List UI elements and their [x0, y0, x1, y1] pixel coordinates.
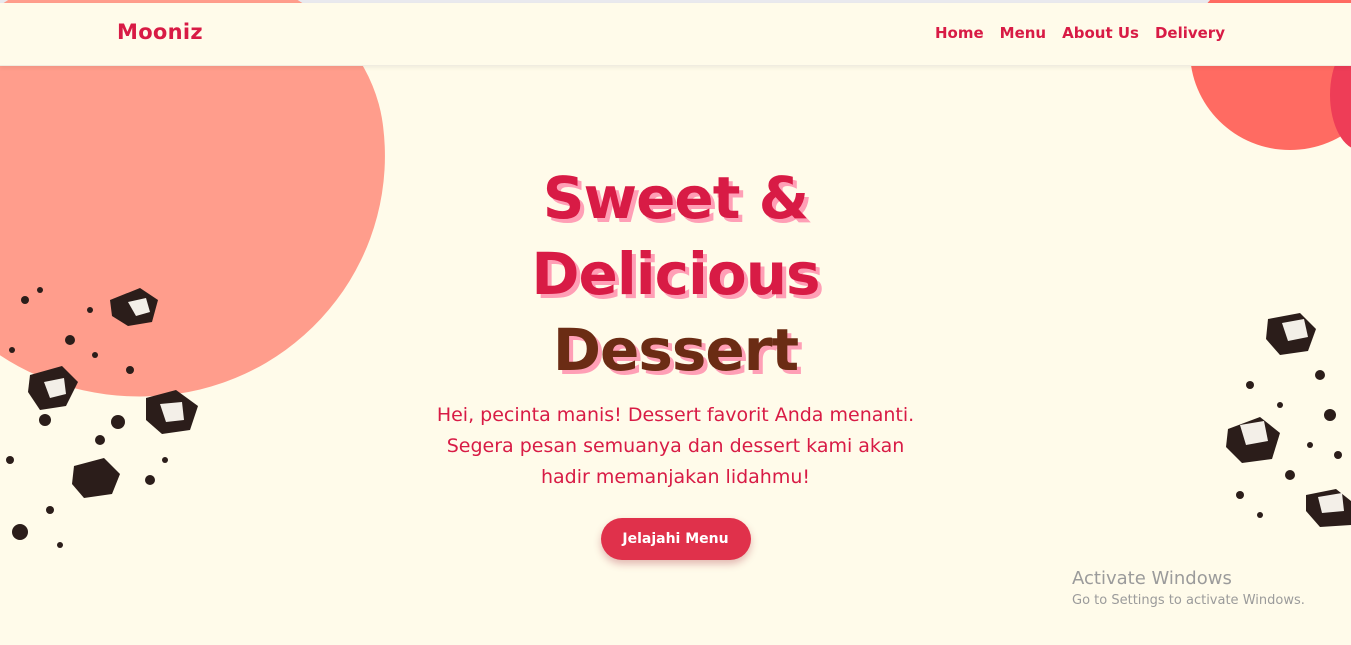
hero-section: Sweet & Delicious Dessert Hei, pecinta m… [0, 160, 1351, 560]
nav-link-menu[interactable]: Menu [1000, 24, 1046, 42]
nav-link-home[interactable]: Home [935, 24, 984, 42]
hero-title: Sweet & Delicious Dessert [0, 160, 1351, 388]
watermark-subtitle: Go to Settings to activate Windows. [1072, 593, 1305, 608]
nav-link-delivery[interactable]: Delivery [1155, 24, 1225, 42]
hero-description: Hei, pecinta manis! Dessert favorit Anda… [436, 404, 915, 488]
nav-links: Home Menu About Us Delivery [935, 24, 1225, 42]
nav-link-about-us[interactable]: About Us [1062, 24, 1139, 42]
watermark-title: Activate Windows [1072, 568, 1232, 589]
activate-windows-watermark: Activate Windows Go to Settings to activ… [1072, 568, 1305, 608]
brand-logo[interactable]: Mooniz [117, 20, 203, 44]
hero-title-line-3: Dessert [552, 316, 799, 384]
explore-menu-button[interactable]: Jelajahi Menu [600, 518, 751, 560]
hero-title-line-1: Sweet & [542, 164, 810, 232]
hero-title-line-2: Delicious [531, 240, 820, 308]
navbar: Mooniz Home Menu About Us Delivery [0, 3, 1351, 66]
